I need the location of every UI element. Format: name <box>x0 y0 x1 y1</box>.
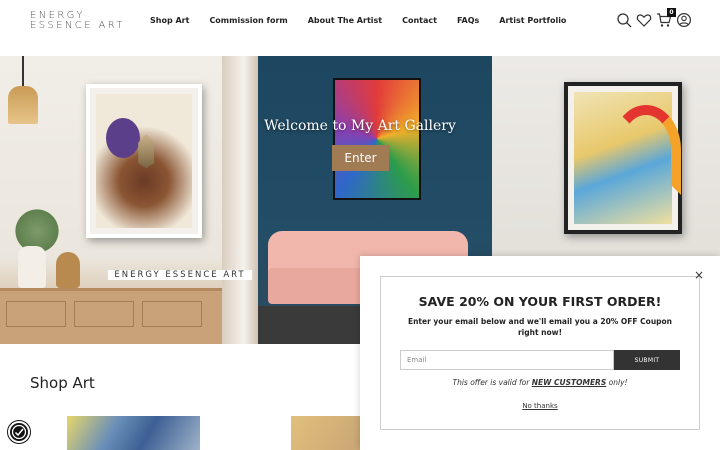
main-nav: Shop Art Commission form About The Artis… <box>150 16 586 25</box>
hero-title: Welcome to My Art Gallery <box>264 118 456 134</box>
offer-highlight: NEW CUSTOMERS <box>531 378 607 387</box>
cart-count-badge: 0 <box>667 8 676 17</box>
white-vase <box>18 246 46 288</box>
nav-artist-portfolio[interactable]: Artist Portfolio <box>499 16 566 25</box>
lamp-cord <box>22 56 24 86</box>
shop-art-heading: Shop Art <box>30 374 95 392</box>
enter-button[interactable]: Enter <box>332 145 389 171</box>
site-header: ENERGY ESSENCE ART Shop Art Commission f… <box>0 0 720 56</box>
accessibility-icon <box>11 424 27 440</box>
offer-prefix: This offer is valid for <box>452 378 530 387</box>
header-icons: 0 <box>612 8 692 28</box>
product-thumbnail[interactable] <box>67 416 200 450</box>
artwork-frame-crystal <box>86 84 202 238</box>
cabinet-drawer <box>74 301 134 327</box>
search-icon[interactable] <box>616 12 632 28</box>
offer-suffix: only! <box>608 378 628 387</box>
popup-brand: ENERGY ESSENCE ART <box>20 270 340 280</box>
artwork-frame-rainbow <box>564 82 682 234</box>
nav-shop-art[interactable]: Shop Art <box>150 16 189 25</box>
cart-icon[interactable]: 0 <box>656 8 676 28</box>
cabinet-drawer <box>142 301 202 327</box>
nav-faqs[interactable]: FAQs <box>457 16 479 25</box>
nav-commission-form[interactable]: Commission form <box>209 16 287 25</box>
artwork-rainbow <box>574 92 682 224</box>
submit-button[interactable]: SUBMIT <box>614 350 680 370</box>
site-logo[interactable]: ENERGY ESSENCE ART <box>30 11 125 31</box>
nav-about-artist[interactable]: About The Artist <box>308 16 382 25</box>
sideboard-cabinet <box>0 288 222 344</box>
cabinet-drawer <box>6 301 66 327</box>
artwork-crystal-shape <box>138 134 155 169</box>
logo-line-2: ESSENCE ART <box>30 20 125 31</box>
offer-note: This offer is valid for NEW CUSTOMERS on… <box>380 378 700 387</box>
artwork-crystal <box>96 94 192 228</box>
popup-brand-text: ENERGY ESSENCE ART <box>108 270 252 280</box>
popup-close-button[interactable]: × <box>693 268 705 282</box>
accessibility-button[interactable] <box>8 421 30 443</box>
popup-description: Enter your email below and we'll email y… <box>407 317 673 337</box>
popup-headline: SAVE 20% ON YOUR FIRST ORDER! <box>418 294 662 309</box>
no-thanks-link[interactable]: No thanks <box>380 402 700 410</box>
product-thumbnail[interactable] <box>291 416 361 450</box>
account-icon[interactable] <box>676 12 692 28</box>
nav-contact[interactable]: Contact <box>402 16 437 25</box>
artwork-tree <box>333 78 421 200</box>
heart-icon[interactable] <box>636 12 652 28</box>
email-field[interactable] <box>400 350 614 370</box>
hero-window <box>222 56 258 344</box>
